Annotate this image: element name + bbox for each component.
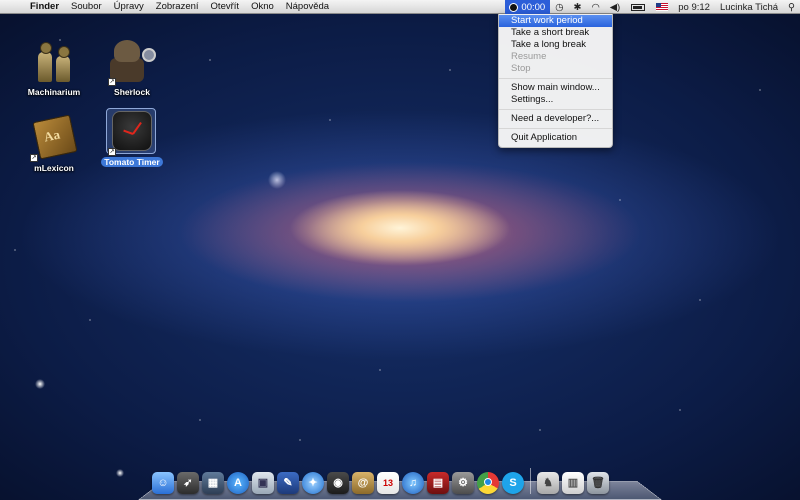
address-book-icon[interactable]: @ bbox=[352, 472, 374, 494]
menu-item-start-work-period[interactable]: Start work period bbox=[499, 15, 612, 27]
menu-okno[interactable]: Okno bbox=[245, 1, 280, 12]
menu-item-long-break[interactable]: Take a long break bbox=[499, 39, 612, 51]
spotlight-icon[interactable]: ⚲ bbox=[783, 2, 800, 13]
desktop-icon-label: mLexicon bbox=[34, 163, 74, 173]
documents-stack-icon[interactable]: ▥ bbox=[562, 472, 584, 494]
time-machine-icon[interactable]: ◷ bbox=[550, 2, 568, 13]
applications-stack-icon[interactable]: ♞ bbox=[537, 472, 559, 494]
alias-arrow-icon: ↗ bbox=[108, 78, 116, 86]
mail-icon[interactable]: ✎ bbox=[277, 472, 299, 494]
desktop-icon-mlexicon[interactable]: Aa ↗ mLexicon bbox=[14, 114, 94, 174]
alias-arrow-icon: ↗ bbox=[30, 154, 38, 162]
desktop-icon-label: Tomato Timer bbox=[101, 157, 163, 167]
machinarium-icon bbox=[28, 38, 80, 84]
menu-separator bbox=[499, 128, 612, 129]
itunes-icon[interactable]: ♫ bbox=[402, 472, 424, 494]
sherlock-icon: ↗ bbox=[106, 38, 158, 86]
wifi-icon[interactable]: ◠ bbox=[586, 2, 604, 13]
menu-item-show-main-window[interactable]: Show main window... bbox=[499, 82, 612, 94]
menu-item-stop: Stop bbox=[511, 63, 531, 74]
menu-separator bbox=[499, 78, 612, 79]
user-name-menu[interactable]: Lucinka Tichá bbox=[715, 2, 783, 13]
menu-napoveda[interactable]: Nápověda bbox=[280, 1, 335, 12]
chrome-icon[interactable] bbox=[477, 472, 499, 494]
ical-icon[interactable]: 13 bbox=[377, 472, 399, 494]
menu-zobrazeni[interactable]: Zobrazení bbox=[150, 1, 205, 12]
menu-upravy[interactable]: Úpravy bbox=[108, 1, 150, 12]
menu-clock[interactable]: po 9:12 bbox=[673, 2, 715, 13]
trash-icon[interactable]: 🗑 bbox=[587, 472, 609, 494]
dock: ☺ ➶ ▦ A ▣ ✎ ✦ ◉ @ 13 ♫ ▤ ⚙ S ♞ ▥ 🗑 bbox=[152, 464, 652, 494]
input-source-flag-icon[interactable] bbox=[656, 3, 669, 11]
bluetooth-icon[interactable]: ✱ bbox=[568, 2, 586, 13]
tomato-timer-menu: Start work period Take a short break Tak… bbox=[498, 14, 613, 148]
desktop-icon-sherlock[interactable]: ↗ Sherlock bbox=[92, 38, 172, 98]
desktop-icon-label: Sherlock bbox=[114, 87, 150, 97]
dock-separator bbox=[530, 468, 531, 494]
skype-icon[interactable]: S bbox=[502, 472, 524, 494]
desktop-icon-machinarium[interactable]: Machinarium bbox=[14, 38, 94, 98]
app-store-icon[interactable]: A bbox=[227, 472, 249, 494]
book-icon: Aa ↗ bbox=[28, 114, 80, 162]
tomato-timer-status-item[interactable]: 00:00 bbox=[505, 0, 551, 14]
menu-item-settings[interactable]: Settings... bbox=[499, 94, 612, 106]
desktop-icon-label: Machinarium bbox=[27, 87, 81, 97]
menu-separator bbox=[499, 109, 612, 110]
volume-icon[interactable]: ◀) bbox=[605, 2, 625, 13]
photo-booth-icon[interactable]: ▤ bbox=[427, 472, 449, 494]
alias-arrow-icon: ↗ bbox=[108, 148, 116, 156]
system-preferences-icon[interactable]: ⚙ bbox=[452, 472, 474, 494]
menu-item-need-developer[interactable]: Need a developer?... bbox=[499, 113, 612, 125]
timer-clock-icon bbox=[509, 2, 519, 12]
menu-otevrit[interactable]: Otevřít bbox=[205, 1, 246, 12]
menu-finder[interactable]: Finder bbox=[24, 1, 65, 12]
menu-bar: Finder Soubor Úpravy Zobrazení Otevřít O… bbox=[0, 0, 800, 14]
facetime-icon[interactable]: ◉ bbox=[327, 472, 349, 494]
menu-item-short-break[interactable]: Take a short break bbox=[499, 27, 612, 39]
safari-icon[interactable]: ✦ bbox=[302, 472, 324, 494]
menu-item-quit[interactable]: Quit Application bbox=[499, 132, 612, 144]
menu-soubor[interactable]: Soubor bbox=[65, 1, 108, 12]
tomato-timer-icon: ↗ bbox=[106, 108, 158, 156]
battery-icon[interactable] bbox=[631, 3, 646, 11]
desktop-icon-tomato-timer[interactable]: ↗ Tomato Timer bbox=[92, 108, 172, 168]
timer-value: 00:00 bbox=[521, 1, 546, 13]
finder-icon[interactable]: ☺ bbox=[152, 472, 174, 494]
preview-icon[interactable]: ▣ bbox=[252, 472, 274, 494]
mission-control-icon[interactable]: ▦ bbox=[202, 472, 224, 494]
launchpad-icon[interactable]: ➶ bbox=[177, 472, 199, 494]
menu-item-resume: Resume bbox=[511, 51, 547, 62]
